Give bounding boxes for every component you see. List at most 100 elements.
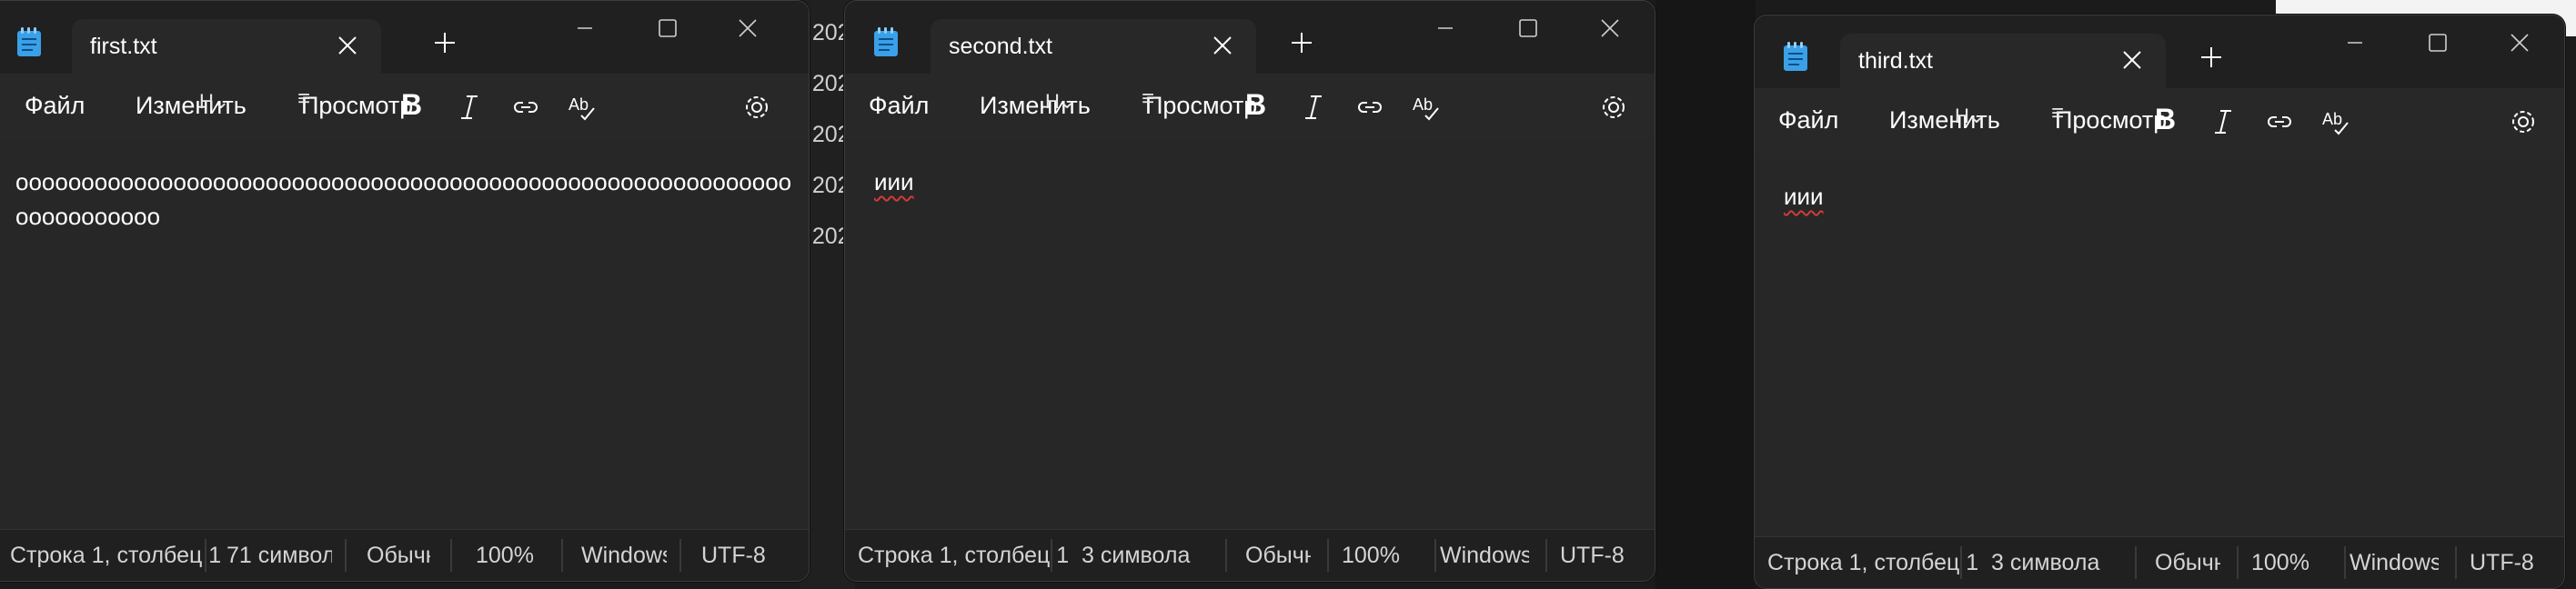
- maximize-button[interactable]: [2419, 25, 2455, 61]
- italic-icon[interactable]: [454, 92, 485, 123]
- tab-title: third.txt: [1858, 48, 1933, 74]
- notepad-app-icon: [874, 27, 898, 56]
- menu-file[interactable]: Файл: [869, 92, 929, 120]
- minimize-button[interactable]: [2337, 25, 2373, 61]
- heading-button[interactable]: H⌄: [1045, 90, 1075, 114]
- status-encoding[interactable]: UTF-8: [2470, 550, 2534, 576]
- menu-view[interactable]: Просмотр: [301, 92, 413, 120]
- close-window-button[interactable]: [729, 10, 765, 46]
- heading-label: H: [1045, 90, 1060, 113]
- heading-button[interactable]: H⌄: [1955, 105, 1985, 128]
- new-tab-plus-icon[interactable]: [432, 30, 458, 55]
- notepad-window-first: first.txt Файл Изменить H⌄ Просмотр ≡ B …: [0, 0, 810, 582]
- status-format[interactable]: Обычн: [1245, 543, 1311, 569]
- status-encoding[interactable]: UTF-8: [1560, 543, 1625, 569]
- status-divider: [2135, 546, 2137, 579]
- maximize-icon: [2429, 34, 2447, 52]
- tab-first[interactable]: first.txt: [72, 19, 381, 74]
- maximize-button[interactable]: [1509, 10, 1545, 46]
- misspelled-word[interactable]: иии: [1784, 183, 1824, 210]
- close-window-button[interactable]: [1591, 10, 1627, 46]
- status-divider: [2344, 546, 2346, 579]
- tab-second[interactable]: second.txt: [931, 19, 1256, 74]
- spellcheck-icon[interactable]: Ab: [1411, 92, 1442, 123]
- settings-gear-icon[interactable]: [1598, 92, 1629, 123]
- status-zoom[interactable]: 100%: [1342, 543, 1400, 569]
- close-tab-icon[interactable]: [336, 34, 359, 57]
- list-button[interactable]: ≡: [2051, 101, 2064, 126]
- settings-gear-icon[interactable]: [2508, 106, 2539, 137]
- minimize-icon: [1438, 27, 1453, 29]
- svg-text:Ab: Ab: [2322, 110, 2342, 128]
- status-divider: [1960, 546, 1962, 579]
- status-divider: [450, 539, 452, 572]
- bold-button[interactable]: B: [2155, 103, 2176, 136]
- link-icon[interactable]: [510, 92, 541, 123]
- close-tab-icon[interactable]: [1211, 34, 1234, 57]
- list-button[interactable]: ≡: [1142, 86, 1154, 112]
- list-label: ≡: [1142, 86, 1154, 111]
- notepad-app-icon: [17, 27, 41, 56]
- list-button[interactable]: ≡: [297, 86, 310, 112]
- bold-button[interactable]: B: [1245, 88, 1266, 122]
- maximize-icon: [659, 19, 677, 37]
- notepad-window-second: second.txt Файл Изменить H⌄ Просмотр ≡ B…: [844, 0, 1655, 582]
- status-zoom[interactable]: 100%: [476, 543, 534, 569]
- status-format[interactable]: Обычн: [367, 543, 430, 569]
- close-tab-icon[interactable]: [2120, 48, 2144, 72]
- text-editor[interactable]: oooooooooooooooooooooooooooooooooooooooo…: [0, 139, 809, 530]
- menu-file[interactable]: Файл: [25, 92, 85, 120]
- minimize-icon: [578, 27, 592, 29]
- status-position: Строка 1, столбец 1: [10, 543, 222, 568]
- status-line-ending[interactable]: Windows: [581, 543, 667, 569]
- bold-button[interactable]: B: [401, 88, 422, 122]
- status-encoding[interactable]: UTF-8: [701, 543, 766, 569]
- editor-content[interactable]: иии: [874, 165, 1649, 199]
- menu-file[interactable]: Файл: [1778, 106, 1838, 135]
- status-char-count: 3 символа: [1991, 550, 2100, 575]
- title-bar[interactable]: first.txt: [0, 1, 809, 74]
- status-char-count: 71 символ: [226, 543, 332, 568]
- minimize-button[interactable]: [1427, 10, 1464, 46]
- tab-third[interactable]: third.txt: [1840, 34, 2166, 88]
- maximize-button[interactable]: [649, 10, 685, 46]
- status-divider: [1225, 539, 1227, 572]
- misspelled-word[interactable]: иии: [874, 168, 914, 195]
- status-divider: [1327, 539, 1329, 572]
- link-icon[interactable]: [2264, 106, 2295, 137]
- background-gap: [1655, 0, 1756, 589]
- editor-content[interactable]: иии: [1784, 179, 2559, 214]
- menu-view[interactable]: Просмотр: [1145, 92, 1257, 120]
- tab-title: first.txt: [90, 34, 157, 59]
- tab-title: second.txt: [949, 34, 1052, 59]
- title-bar[interactable]: third.txt: [1755, 15, 2564, 88]
- close-window-button[interactable]: [2501, 25, 2537, 61]
- list-label: ≡: [2051, 101, 2064, 125]
- title-bar[interactable]: second.txt: [845, 1, 1655, 74]
- status-line-ending[interactable]: Windows: [2350, 550, 2439, 576]
- new-tab-plus-icon[interactable]: [1289, 30, 1314, 55]
- text-editor[interactable]: иии: [1755, 154, 2564, 537]
- italic-icon[interactable]: [1298, 92, 1329, 123]
- italic-icon[interactable]: [2208, 106, 2239, 137]
- heading-label: H: [199, 90, 214, 113]
- status-divider: [679, 539, 681, 572]
- editor-content[interactable]: oooooooooooooooooooooooooooooooooooooooo…: [15, 165, 803, 234]
- new-tab-plus-icon[interactable]: [2199, 45, 2224, 70]
- menu-edit[interactable]: Изменить: [136, 92, 247, 120]
- text-editor[interactable]: иии: [845, 139, 1655, 530]
- spellcheck-icon[interactable]: Ab: [2320, 106, 2351, 137]
- notepad-app-icon: [1784, 42, 1807, 71]
- menu-view[interactable]: Просмотр: [2055, 106, 2167, 135]
- settings-gear-icon[interactable]: [741, 92, 772, 123]
- status-format[interactable]: Обычн: [2155, 550, 2220, 576]
- status-bar: Строка 1, столбец 1 3 символа Обычн 100%…: [845, 529, 1655, 581]
- heading-chevron-icon: ⌄: [1967, 105, 1985, 127]
- heading-button[interactable]: H⌄: [199, 90, 229, 114]
- status-bar: Строка 1, столбец 1 71 символ Обычн 100%…: [0, 529, 809, 581]
- status-zoom[interactable]: 100%: [2251, 550, 2309, 576]
- link-icon[interactable]: [1354, 92, 1385, 123]
- minimize-button[interactable]: [567, 10, 603, 46]
- spellcheck-icon[interactable]: Ab: [567, 92, 598, 123]
- status-line-ending[interactable]: Windows: [1440, 543, 1529, 569]
